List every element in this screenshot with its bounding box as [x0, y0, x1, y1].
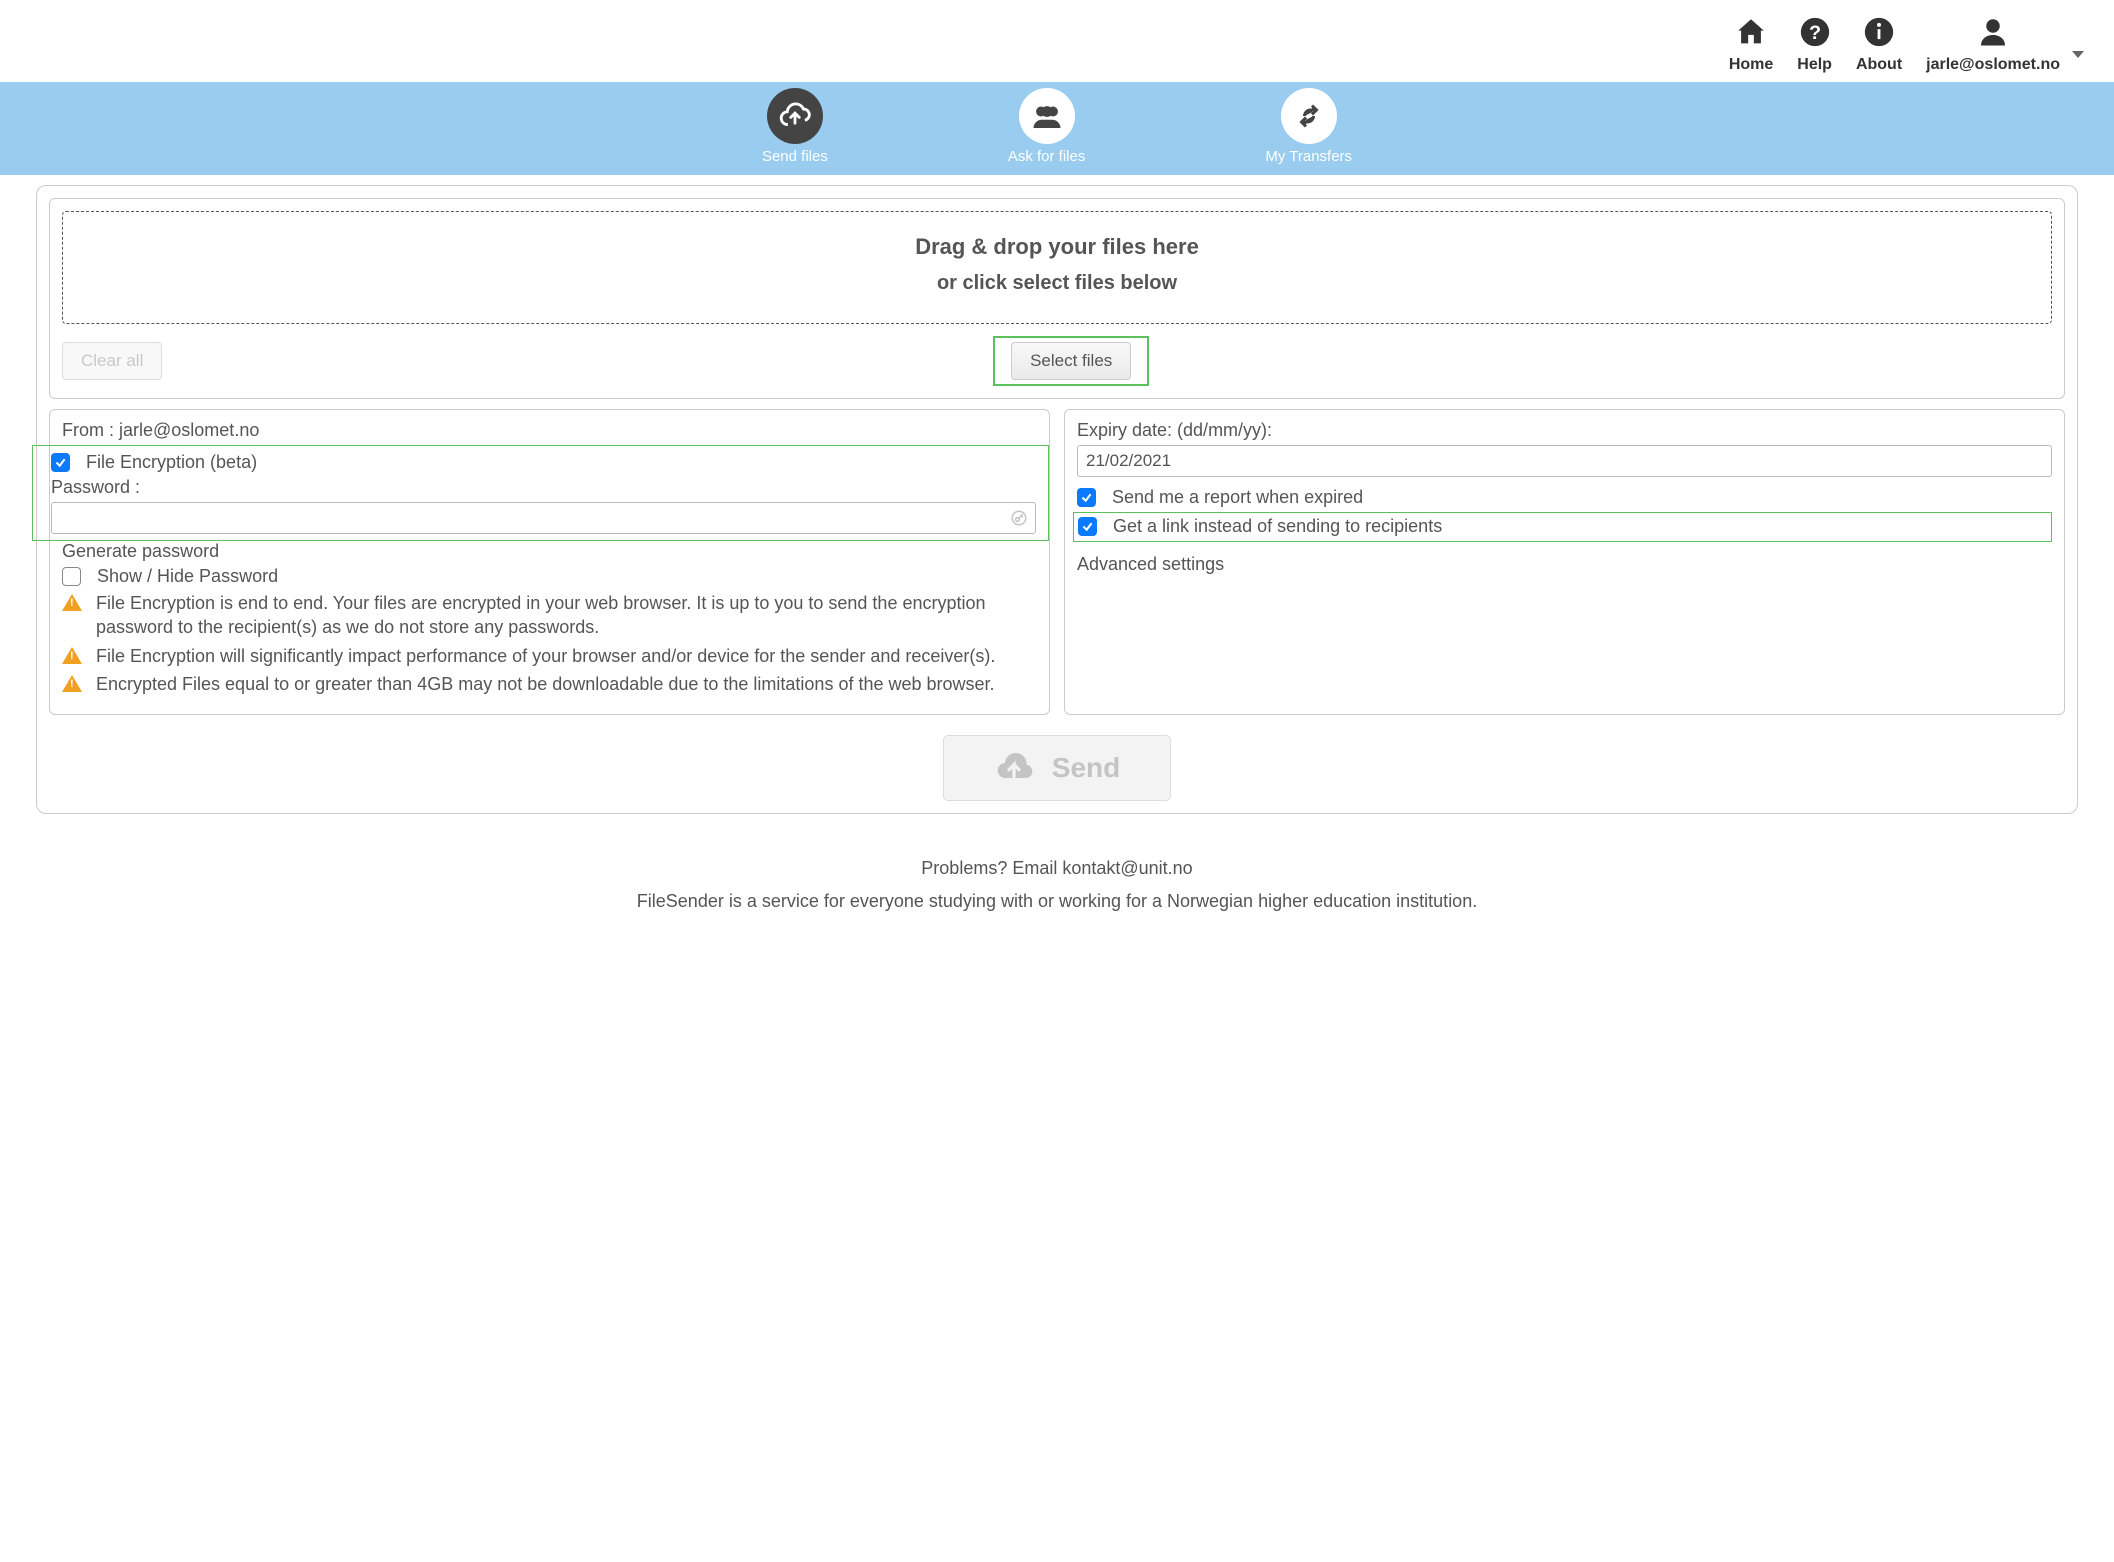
from-line: From : jarle@oslomet.no [62, 420, 1037, 441]
nav-help-label: Help [1797, 56, 1832, 74]
show-hide-password-label: Show / Hide Password [97, 566, 278, 587]
chevron-down-icon[interactable] [2072, 51, 2084, 58]
key-icon [1010, 509, 1028, 527]
get-link-highlight: Get a link instead of sending to recipie… [1073, 512, 2052, 542]
get-link-checkbox[interactable] [1078, 517, 1097, 536]
send-report-label: Send me a report when expired [1112, 487, 1363, 508]
expiry-date-input[interactable] [1077, 445, 2052, 477]
warning-icon [62, 647, 82, 664]
top-nav: Home ? Help About jarle@oslomet.no [0, 0, 2114, 82]
footer: Problems? Email kontakt@unit.no FileSend… [0, 834, 2114, 927]
encryption-highlight: File Encryption (beta) Password : [32, 445, 1049, 541]
left-panel: From : jarle@oslomet.no File Encryption … [49, 409, 1050, 715]
encryption-label: File Encryption (beta) [86, 452, 257, 473]
generate-password-link[interactable]: Generate password [62, 541, 1037, 562]
expiry-label: Expiry date: (dd/mm/yy): [1077, 420, 2052, 441]
warn-text-3: Encrypted Files equal to or greater than… [96, 672, 995, 696]
password-label: Password : [51, 477, 1036, 498]
help-icon: ? [1798, 12, 1832, 52]
home-icon [1734, 12, 1768, 52]
nav-help[interactable]: ? Help [1797, 12, 1832, 74]
svg-text:?: ? [1809, 22, 1821, 44]
warning-icon [62, 594, 82, 611]
password-input[interactable] [51, 502, 1036, 534]
transfers-icon [1281, 88, 1337, 144]
nav-about[interactable]: About [1856, 12, 1902, 74]
main-panel: Drag & drop your files here or click sel… [36, 185, 2078, 814]
mode-ask-for-files[interactable]: Ask for files [1008, 88, 1086, 165]
clear-all-button[interactable]: Clear all [62, 342, 162, 380]
mode-nav: Send files Ask for files My Transfers [0, 82, 2114, 175]
dropzone-line1: Drag & drop your files here [73, 234, 2041, 260]
footer-description: FileSender is a service for everyone stu… [20, 885, 2094, 917]
encryption-checkbox[interactable] [51, 453, 70, 472]
nav-about-label: About [1856, 56, 1902, 74]
show-hide-password-checkbox[interactable] [62, 567, 81, 586]
dropzone-line2: or click select files below [73, 272, 2041, 295]
user-icon [1975, 12, 2011, 52]
info-icon [1862, 12, 1896, 52]
mode-send-files[interactable]: Send files [762, 88, 828, 165]
footer-problems-prefix: Problems? Email [921, 858, 1062, 878]
cloud-upload-icon [994, 748, 1034, 788]
advanced-settings-link[interactable]: Advanced settings [1077, 554, 2052, 575]
cloud-upload-icon [767, 88, 823, 144]
nav-user-label: jarle@oslomet.no [1926, 56, 2060, 74]
select-files-button[interactable]: Select files [1011, 342, 1131, 380]
mode-my-transfers[interactable]: My Transfers [1265, 88, 1352, 165]
mode-transfers-label: My Transfers [1265, 148, 1352, 165]
warn-text-1: File Encryption is end to end. Your file… [96, 591, 1037, 640]
nav-home-label: Home [1729, 56, 1773, 74]
send-button[interactable]: Send [943, 735, 1171, 801]
nav-home[interactable]: Home [1729, 12, 1773, 74]
get-link-label: Get a link instead of sending to recipie… [1113, 516, 1442, 537]
footer-problems-email[interactable]: kontakt@unit.no [1062, 858, 1192, 878]
group-icon [1019, 88, 1075, 144]
dropzone[interactable]: Drag & drop your files here or click sel… [62, 211, 2052, 324]
send-report-checkbox[interactable] [1077, 488, 1096, 507]
warning-icon [62, 675, 82, 692]
right-panel: Expiry date: (dd/mm/yy): Send me a repor… [1064, 409, 2065, 715]
mode-send-files-label: Send files [762, 148, 828, 165]
select-files-highlight: Select files [993, 336, 1149, 386]
mode-ask-label: Ask for files [1008, 148, 1086, 165]
warn-text-2: File Encryption will significantly impac… [96, 644, 995, 668]
nav-user[interactable]: jarle@oslomet.no [1926, 12, 2084, 74]
upload-box: Drag & drop your files here or click sel… [49, 198, 2065, 399]
send-button-label: Send [1052, 752, 1120, 784]
